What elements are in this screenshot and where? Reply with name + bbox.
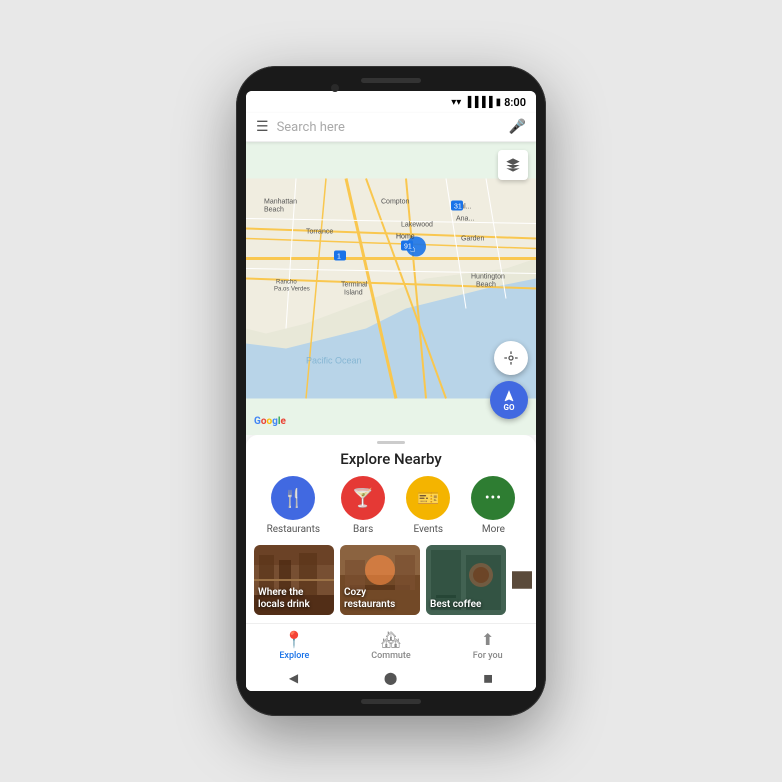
events-icon: 🎫 xyxy=(406,476,450,520)
restaurants-icon: 🍴 xyxy=(271,476,315,520)
events-label: Events xyxy=(413,524,443,535)
layers-button[interactable] xyxy=(498,150,528,180)
svg-text:Manhattan: Manhattan xyxy=(264,199,297,206)
svg-text:Island: Island xyxy=(344,290,363,297)
svg-text:Lakewood: Lakewood xyxy=(401,222,433,229)
recents-button[interactable]: ◼ xyxy=(483,671,493,685)
category-row: 🍴 Restaurants 🍸 Bars 🎫 Events ••• More xyxy=(246,476,536,545)
for-you-nav-icon: ⬆ xyxy=(481,630,494,649)
svg-text:Ana...: Ana... xyxy=(456,216,474,223)
go-label: GO xyxy=(504,403,515,412)
cozy-restaurants-label: Cozyrestaurants xyxy=(344,587,395,611)
place-card-cozy-restaurants[interactable]: Cozyrestaurants xyxy=(340,545,420,615)
search-input[interactable]: Search here xyxy=(277,120,501,135)
svg-text:Huntington: Huntington xyxy=(471,274,505,281)
bottom-nav: 📍 Explore 🏘 Commute ⬆ For you xyxy=(246,623,536,665)
go-button[interactable]: GO xyxy=(490,381,528,419)
svg-text:Beach: Beach xyxy=(476,282,496,289)
place-cards-row: Where thelocals drink Cozyrestaurants xyxy=(246,545,536,623)
bottom-sheet: Explore Nearby 🍴 Restaurants 🍸 Bars 🎫 Ev… xyxy=(246,435,536,691)
search-bar: ☰ Search here 🎤 xyxy=(246,113,536,142)
phone-frame: ▾▾ ▐▐▐▐ ▮ 8:00 ☰ Search here 🎤 xyxy=(236,66,546,716)
battery-icon: ▮ xyxy=(496,97,502,108)
svg-text:Compton: Compton xyxy=(381,199,410,206)
category-events[interactable]: 🎫 Events xyxy=(406,476,450,535)
bars-icon: 🍸 xyxy=(341,476,385,520)
more-label: More xyxy=(482,524,505,535)
hamburger-icon[interactable]: ☰ xyxy=(256,119,269,135)
commute-nav-label: Commute xyxy=(371,651,411,661)
more-icon: ••• xyxy=(471,476,515,520)
svg-text:91: 91 xyxy=(404,244,412,251)
svg-text:Terminal: Terminal xyxy=(341,282,368,289)
svg-text:Beach: Beach xyxy=(264,207,284,214)
place-card-locals-drink[interactable]: Where thelocals drink xyxy=(254,545,334,615)
best-coffee-label: Best coffee xyxy=(430,599,481,611)
signal-icon: ▐▐▐▐ xyxy=(464,97,492,108)
explore-nav-label: Explore xyxy=(279,651,309,661)
svg-text:Rancho: Rancho xyxy=(276,280,297,286)
commute-nav-icon: 🏘 xyxy=(381,630,401,649)
google-logo: Google xyxy=(254,416,286,427)
nav-commute[interactable]: 🏘 Commute xyxy=(343,630,440,661)
explore-nav-icon: 📍 xyxy=(284,630,304,649)
svg-text:Garden: Garden xyxy=(461,236,484,243)
svg-text:Pacific Ocean: Pacific Ocean xyxy=(306,356,362,366)
locals-drink-label: Where thelocals drink xyxy=(258,587,310,611)
back-button[interactable]: ◀ xyxy=(289,671,298,685)
status-time: 8:00 xyxy=(504,96,526,109)
svg-text:1: 1 xyxy=(337,254,341,261)
svg-text:Pa.os Verdes: Pa.os Verdes xyxy=(274,287,310,293)
status-bar: ▾▾ ▐▐▐▐ ▮ 8:00 xyxy=(246,91,536,113)
wifi-icon: ▾▾ xyxy=(451,97,461,108)
category-restaurants[interactable]: 🍴 Restaurants xyxy=(267,476,320,535)
handle-bar xyxy=(377,441,405,444)
category-more[interactable]: ••• More xyxy=(471,476,515,535)
nav-explore[interactable]: 📍 Explore xyxy=(246,630,343,661)
nav-for-you[interactable]: ⬆ For you xyxy=(439,630,536,661)
android-nav: ◀ ⬤ ◼ xyxy=(246,665,536,691)
place-card-best-coffee[interactable]: Best coffee xyxy=(426,545,506,615)
mic-icon[interactable]: 🎤 xyxy=(509,119,526,135)
location-button[interactable] xyxy=(494,341,528,375)
category-bars[interactable]: 🍸 Bars xyxy=(341,476,385,535)
phone-screen: ▾▾ ▐▐▐▐ ▮ 8:00 ☰ Search here 🎤 xyxy=(246,91,536,691)
place-card-more[interactable] xyxy=(512,545,532,615)
explore-title: Explore Nearby xyxy=(246,448,536,476)
home-button[interactable]: ⬤ xyxy=(384,671,397,685)
sheet-handle xyxy=(246,435,536,448)
phone-speaker-top xyxy=(361,78,421,83)
for-you-nav-label: For you xyxy=(473,651,503,661)
phone-camera xyxy=(331,84,339,92)
bars-label: Bars xyxy=(353,524,373,535)
phone-speaker-bottom xyxy=(361,699,421,704)
svg-text:31: 31 xyxy=(454,204,462,211)
svg-text:Home: Home xyxy=(396,234,415,241)
status-icons: ▾▾ ▐▐▐▐ ▮ 8:00 xyxy=(451,96,526,109)
restaurants-label: Restaurants xyxy=(267,524,320,535)
svg-text:Torrance: Torrance xyxy=(306,229,333,236)
map-area[interactable]: Manhattan Beach Torrance Compton Lakewoo… xyxy=(246,142,536,435)
